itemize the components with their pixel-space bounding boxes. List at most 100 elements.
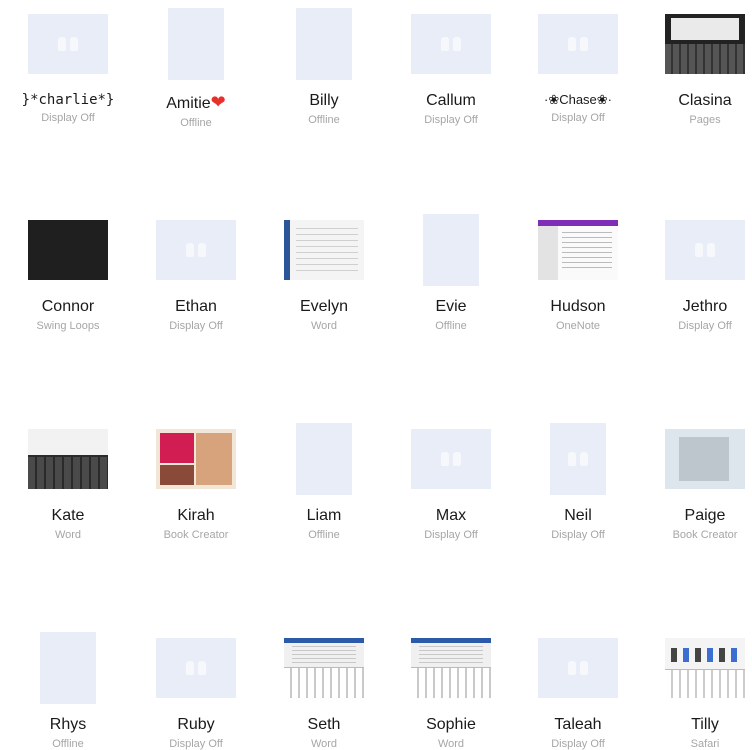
student-name: Taleah	[554, 716, 602, 733]
display-off-thumbnail	[411, 429, 491, 489]
student-status: Book Creator	[163, 529, 229, 541]
student-tile-ethan[interactable]: Ethan Display Off	[136, 214, 256, 332]
student-tile-billy[interactable]: Billy Offline	[264, 8, 384, 126]
student-name: Neil	[564, 507, 592, 524]
student-status: OneNote	[555, 320, 601, 332]
screen-thumbnail	[665, 638, 745, 698]
display-off-icon	[185, 659, 207, 677]
display-off-thumbnail	[665, 220, 745, 280]
offline-thumbnail	[40, 632, 96, 704]
student-status: Display Off	[169, 320, 223, 332]
student-tile-seth[interactable]: Seth Word	[264, 632, 384, 750]
screen-thumbnail	[411, 638, 491, 698]
student-name: Hudson	[550, 298, 606, 315]
display-off-icon	[440, 35, 462, 53]
student-device-grid: }*charlie*} Display Off Amitie❤ Offline …	[0, 0, 752, 750]
student-tile-kirah[interactable]: Kirah Book Creator	[136, 423, 256, 541]
screen-thumbnail	[28, 429, 108, 489]
student-status: Display Off	[678, 320, 732, 332]
student-name: Evie	[435, 298, 467, 315]
student-tile-clasina[interactable]: Clasina Pages	[645, 8, 752, 126]
display-off-thumbnail	[28, 14, 108, 74]
student-status: Display Off	[551, 738, 605, 750]
student-tile-paige[interactable]: Paige Book Creator	[645, 423, 752, 541]
student-status: Word	[437, 738, 465, 750]
screen-thumbnail	[156, 429, 236, 489]
student-status: Display Off	[424, 529, 478, 541]
student-tile-max[interactable]: Max Display Off	[391, 423, 511, 541]
screen-thumbnail	[28, 220, 108, 280]
display-off-thumbnail	[538, 14, 618, 74]
display-off-icon	[567, 35, 589, 53]
student-status: Pages	[689, 114, 721, 126]
student-status: Offline	[435, 320, 467, 332]
student-tile-connor[interactable]: Connor Swing Loops	[8, 214, 128, 332]
student-tile-kate[interactable]: Kate Word	[8, 423, 128, 541]
heart-icon: ❤	[210, 92, 226, 112]
student-status: Offline	[308, 529, 340, 541]
student-tile-hudson[interactable]: Hudson OneNote	[518, 214, 638, 332]
student-tile-neil[interactable]: Neil Display Off	[518, 423, 638, 541]
screen-thumbnail	[665, 429, 745, 489]
student-name: Max	[435, 507, 467, 524]
student-name: Ruby	[177, 716, 215, 733]
student-name: Evelyn	[299, 298, 349, 315]
display-off-thumbnail	[550, 423, 606, 495]
screen-thumbnail	[538, 220, 618, 280]
student-tile-tilly[interactable]: Tilly Safari	[645, 632, 752, 750]
display-off-icon	[567, 659, 589, 677]
screen-thumbnail	[665, 14, 745, 74]
student-tile-taleah[interactable]: Taleah Display Off	[518, 632, 638, 750]
student-status: Display Off	[424, 114, 478, 126]
student-status: Word	[310, 320, 338, 332]
student-status: Word	[310, 738, 338, 750]
offline-thumbnail	[296, 8, 352, 80]
student-status: Display Off	[41, 112, 95, 124]
student-name: Clasina	[678, 92, 732, 109]
student-tile-sophie[interactable]: Sophie Word	[391, 632, 511, 750]
student-tile-evelyn[interactable]: Evelyn Word	[264, 214, 384, 332]
student-tile-liam[interactable]: Liam Offline	[264, 423, 384, 541]
screen-thumbnail	[284, 220, 364, 280]
display-off-icon	[567, 450, 589, 468]
student-name: Amitie❤	[136, 92, 256, 113]
student-tile-jethro[interactable]: Jethro Display Off	[645, 214, 752, 332]
student-name: Rhys	[49, 716, 87, 733]
student-tile-evie[interactable]: Evie Offline	[391, 214, 511, 332]
offline-thumbnail	[168, 8, 224, 80]
student-name: Callum	[426, 92, 476, 109]
student-tile-callum[interactable]: Callum Display Off	[391, 8, 511, 126]
student-name: Ethan	[175, 298, 217, 315]
student-tile-amitie[interactable]: Amitie❤ Offline	[136, 8, 256, 129]
student-name: Kirah	[177, 507, 215, 524]
student-name: Sophie	[426, 716, 476, 733]
display-off-icon	[694, 241, 716, 259]
display-off-thumbnail	[411, 14, 491, 74]
student-status: Book Creator	[672, 529, 738, 541]
student-tile-rhys[interactable]: Rhys Offline	[8, 632, 128, 750]
student-name: Liam	[306, 507, 342, 524]
student-tile-chase[interactable]: ·❀Chase❀· Display Off	[518, 8, 638, 124]
student-status: Offline	[180, 117, 212, 129]
display-off-thumbnail	[156, 638, 236, 698]
student-name: Billy	[309, 92, 339, 109]
student-tile-ruby[interactable]: Ruby Display Off	[136, 632, 256, 750]
student-name-text: Amitie	[166, 95, 211, 112]
offline-thumbnail	[423, 214, 479, 286]
display-off-thumbnail	[538, 638, 618, 698]
student-tile-charlie[interactable]: }*charlie*} Display Off	[8, 8, 128, 124]
student-status: Swing Loops	[36, 320, 100, 332]
display-off-icon	[57, 35, 79, 53]
offline-thumbnail	[296, 423, 352, 495]
student-status: Safari	[690, 738, 720, 750]
student-status: Offline	[52, 738, 84, 750]
student-name: Kate	[51, 507, 85, 524]
student-name: Paige	[684, 507, 726, 524]
student-status: Display Off	[169, 738, 223, 750]
student-name: Jethro	[682, 298, 728, 315]
student-name: Seth	[307, 716, 341, 733]
student-name: Tilly	[691, 716, 719, 733]
student-status: Display Off	[551, 529, 605, 541]
student-name: }*charlie*}	[21, 92, 115, 108]
student-status: Offline	[308, 114, 340, 126]
